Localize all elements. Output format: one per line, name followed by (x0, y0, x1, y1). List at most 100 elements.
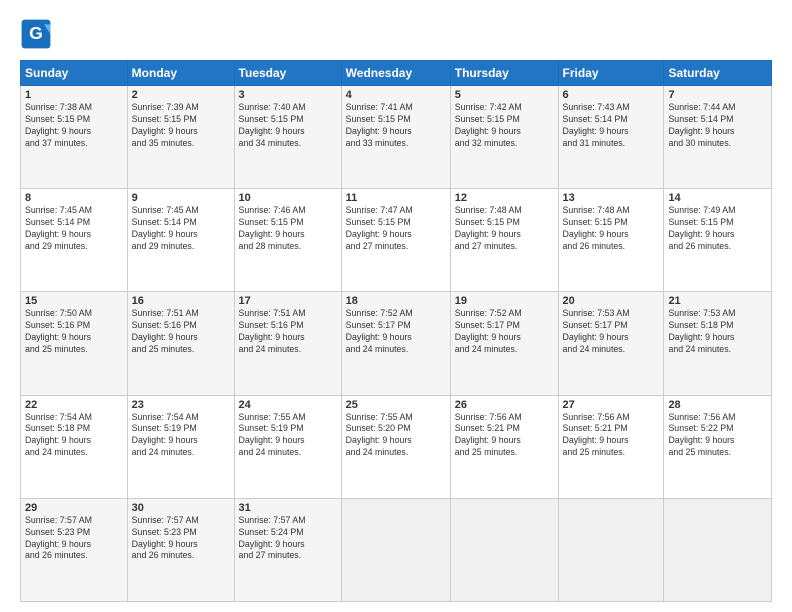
day-info: Sunrise: 7:54 AMSunset: 5:18 PMDaylight:… (25, 412, 123, 460)
day-number: 3 (239, 89, 337, 101)
day-info: Sunrise: 7:38 AMSunset: 5:15 PMDaylight:… (25, 102, 123, 150)
day-number: 7 (668, 89, 767, 101)
day-info: Sunrise: 7:55 AMSunset: 5:19 PMDaylight:… (239, 412, 337, 460)
day-number: 1 (25, 89, 123, 101)
col-monday: Monday (127, 61, 234, 86)
table-row: 1Sunrise: 7:38 AMSunset: 5:15 PMDaylight… (21, 86, 128, 189)
day-info: Sunrise: 7:52 AMSunset: 5:17 PMDaylight:… (346, 308, 446, 356)
day-number: 24 (239, 399, 337, 411)
table-row (341, 498, 450, 601)
day-number: 28 (668, 399, 767, 411)
logo-icon: G (20, 18, 52, 50)
day-info: Sunrise: 7:51 AMSunset: 5:16 PMDaylight:… (239, 308, 337, 356)
calendar-week-row: 8Sunrise: 7:45 AMSunset: 5:14 PMDaylight… (21, 189, 772, 292)
col-tuesday: Tuesday (234, 61, 341, 86)
col-thursday: Thursday (450, 61, 558, 86)
day-number: 9 (132, 192, 230, 204)
day-number: 13 (563, 192, 660, 204)
day-number: 6 (563, 89, 660, 101)
table-row: 4Sunrise: 7:41 AMSunset: 5:15 PMDaylight… (341, 86, 450, 189)
day-number: 22 (25, 399, 123, 411)
day-info: Sunrise: 7:39 AMSunset: 5:15 PMDaylight:… (132, 102, 230, 150)
table-row: 7Sunrise: 7:44 AMSunset: 5:14 PMDaylight… (664, 86, 772, 189)
day-number: 23 (132, 399, 230, 411)
calendar: Sunday Monday Tuesday Wednesday Thursday… (20, 60, 772, 602)
table-row (664, 498, 772, 601)
day-info: Sunrise: 7:41 AMSunset: 5:15 PMDaylight:… (346, 102, 446, 150)
day-info: Sunrise: 7:56 AMSunset: 5:21 PMDaylight:… (563, 412, 660, 460)
table-row: 16Sunrise: 7:51 AMSunset: 5:16 PMDayligh… (127, 292, 234, 395)
day-info: Sunrise: 7:46 AMSunset: 5:15 PMDaylight:… (239, 205, 337, 253)
day-number: 15 (25, 295, 123, 307)
table-row (450, 498, 558, 601)
day-info: Sunrise: 7:48 AMSunset: 5:15 PMDaylight:… (563, 205, 660, 253)
day-number: 10 (239, 192, 337, 204)
table-row: 21Sunrise: 7:53 AMSunset: 5:18 PMDayligh… (664, 292, 772, 395)
day-info: Sunrise: 7:51 AMSunset: 5:16 PMDaylight:… (132, 308, 230, 356)
day-number: 20 (563, 295, 660, 307)
table-row: 11Sunrise: 7:47 AMSunset: 5:15 PMDayligh… (341, 189, 450, 292)
table-row: 8Sunrise: 7:45 AMSunset: 5:14 PMDaylight… (21, 189, 128, 292)
logo: G (20, 18, 56, 50)
table-row: 25Sunrise: 7:55 AMSunset: 5:20 PMDayligh… (341, 395, 450, 498)
table-row: 28Sunrise: 7:56 AMSunset: 5:22 PMDayligh… (664, 395, 772, 498)
table-row: 24Sunrise: 7:55 AMSunset: 5:19 PMDayligh… (234, 395, 341, 498)
day-number: 12 (455, 192, 554, 204)
calendar-week-row: 29Sunrise: 7:57 AMSunset: 5:23 PMDayligh… (21, 498, 772, 601)
day-number: 5 (455, 89, 554, 101)
day-number: 18 (346, 295, 446, 307)
table-row: 14Sunrise: 7:49 AMSunset: 5:15 PMDayligh… (664, 189, 772, 292)
table-row: 17Sunrise: 7:51 AMSunset: 5:16 PMDayligh… (234, 292, 341, 395)
day-number: 27 (563, 399, 660, 411)
table-row: 9Sunrise: 7:45 AMSunset: 5:14 PMDaylight… (127, 189, 234, 292)
calendar-header-row: Sunday Monday Tuesday Wednesday Thursday… (21, 61, 772, 86)
day-number: 19 (455, 295, 554, 307)
day-info: Sunrise: 7:57 AMSunset: 5:23 PMDaylight:… (25, 515, 123, 563)
day-number: 2 (132, 89, 230, 101)
table-row: 31Sunrise: 7:57 AMSunset: 5:24 PMDayligh… (234, 498, 341, 601)
day-info: Sunrise: 7:45 AMSunset: 5:14 PMDaylight:… (25, 205, 123, 253)
day-info: Sunrise: 7:53 AMSunset: 5:17 PMDaylight:… (563, 308, 660, 356)
day-info: Sunrise: 7:57 AMSunset: 5:24 PMDaylight:… (239, 515, 337, 563)
day-number: 16 (132, 295, 230, 307)
day-info: Sunrise: 7:56 AMSunset: 5:21 PMDaylight:… (455, 412, 554, 460)
table-row: 6Sunrise: 7:43 AMSunset: 5:14 PMDaylight… (558, 86, 664, 189)
table-row: 3Sunrise: 7:40 AMSunset: 5:15 PMDaylight… (234, 86, 341, 189)
day-number: 25 (346, 399, 446, 411)
svg-text:G: G (29, 23, 43, 43)
calendar-week-row: 1Sunrise: 7:38 AMSunset: 5:15 PMDaylight… (21, 86, 772, 189)
day-info: Sunrise: 7:49 AMSunset: 5:15 PMDaylight:… (668, 205, 767, 253)
day-number: 8 (25, 192, 123, 204)
table-row (558, 498, 664, 601)
day-info: Sunrise: 7:43 AMSunset: 5:14 PMDaylight:… (563, 102, 660, 150)
table-row: 2Sunrise: 7:39 AMSunset: 5:15 PMDaylight… (127, 86, 234, 189)
day-info: Sunrise: 7:48 AMSunset: 5:15 PMDaylight:… (455, 205, 554, 253)
table-row: 29Sunrise: 7:57 AMSunset: 5:23 PMDayligh… (21, 498, 128, 601)
day-number: 30 (132, 502, 230, 514)
day-info: Sunrise: 7:45 AMSunset: 5:14 PMDaylight:… (132, 205, 230, 253)
day-number: 4 (346, 89, 446, 101)
day-info: Sunrise: 7:56 AMSunset: 5:22 PMDaylight:… (668, 412, 767, 460)
day-number: 29 (25, 502, 123, 514)
table-row: 30Sunrise: 7:57 AMSunset: 5:23 PMDayligh… (127, 498, 234, 601)
col-wednesday: Wednesday (341, 61, 450, 86)
calendar-week-row: 22Sunrise: 7:54 AMSunset: 5:18 PMDayligh… (21, 395, 772, 498)
day-info: Sunrise: 7:53 AMSunset: 5:18 PMDaylight:… (668, 308, 767, 356)
col-sunday: Sunday (21, 61, 128, 86)
day-number: 14 (668, 192, 767, 204)
table-row: 26Sunrise: 7:56 AMSunset: 5:21 PMDayligh… (450, 395, 558, 498)
day-number: 31 (239, 502, 337, 514)
day-info: Sunrise: 7:47 AMSunset: 5:15 PMDaylight:… (346, 205, 446, 253)
calendar-week-row: 15Sunrise: 7:50 AMSunset: 5:16 PMDayligh… (21, 292, 772, 395)
header: G (20, 18, 772, 50)
day-info: Sunrise: 7:57 AMSunset: 5:23 PMDaylight:… (132, 515, 230, 563)
table-row: 27Sunrise: 7:56 AMSunset: 5:21 PMDayligh… (558, 395, 664, 498)
table-row: 5Sunrise: 7:42 AMSunset: 5:15 PMDaylight… (450, 86, 558, 189)
day-number: 11 (346, 192, 446, 204)
table-row: 13Sunrise: 7:48 AMSunset: 5:15 PMDayligh… (558, 189, 664, 292)
table-row: 10Sunrise: 7:46 AMSunset: 5:15 PMDayligh… (234, 189, 341, 292)
table-row: 19Sunrise: 7:52 AMSunset: 5:17 PMDayligh… (450, 292, 558, 395)
table-row: 23Sunrise: 7:54 AMSunset: 5:19 PMDayligh… (127, 395, 234, 498)
day-info: Sunrise: 7:55 AMSunset: 5:20 PMDaylight:… (346, 412, 446, 460)
day-info: Sunrise: 7:42 AMSunset: 5:15 PMDaylight:… (455, 102, 554, 150)
